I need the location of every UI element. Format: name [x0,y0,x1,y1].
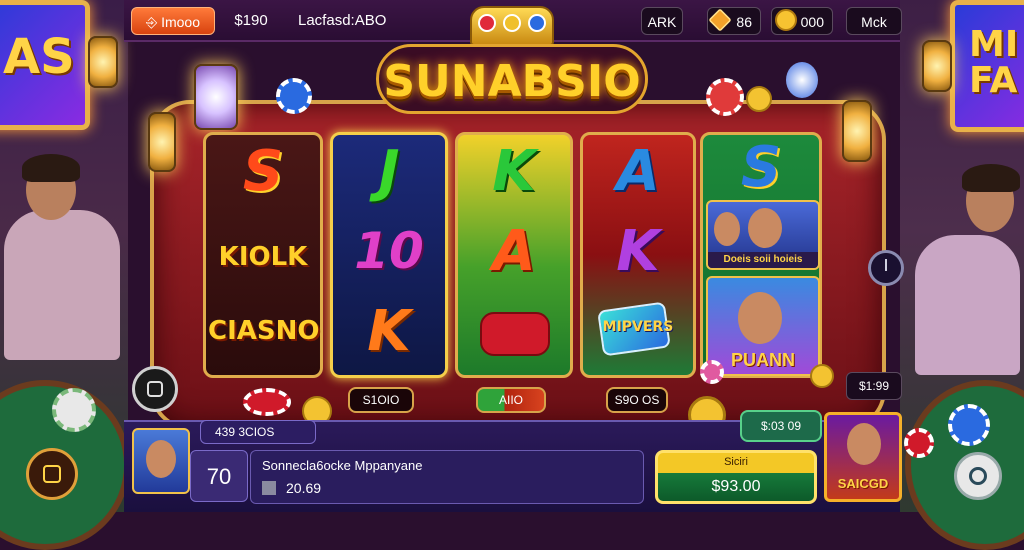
settings-icon [147,381,163,397]
lantern-icon [842,100,872,162]
promo-icon: ⎆ [145,14,162,30]
audio-icon [969,467,987,485]
character-card: PUANN [706,276,820,376]
promo-button[interactable]: ⎆ Imooo [131,7,215,35]
level-display: 70 [190,450,248,502]
card-caption: PUANN [730,350,795,370]
ornament-icon [786,62,818,98]
bet-display-left: S1OIO [348,387,414,413]
lantern-icon [148,112,176,172]
balance-display: $:03 09 [740,410,822,442]
home-button[interactable] [26,448,78,500]
menu-button[interactable]: Mck [846,7,902,35]
promo-label: Imooo [161,14,200,30]
level-tag: 439 3CIOS [200,420,316,444]
lantern-icon [922,40,952,92]
reel-symbol: 10 [354,222,424,280]
chip-icon [904,428,934,458]
side-value-display: $1:99 [846,372,902,400]
gem-icon [528,14,546,32]
neon-sign-left: AS [0,0,90,130]
reel-symbol: A [492,219,536,284]
avatar[interactable] [132,428,190,494]
player-left-hair [22,154,80,182]
coin-icon [775,9,797,31]
chip-icon [948,404,990,446]
chat-name: Sonnecla6ocke Mppanyane [262,458,423,473]
reel-symbol: S [242,139,284,204]
game-logo: SUNABSIO [376,44,648,114]
bow-icon [480,312,550,356]
reel-symbol: MIPVERS [602,319,674,335]
chip-icon [700,360,724,384]
ark-button[interactable]: ARK [641,7,683,35]
lantern-icon [194,64,238,130]
chip-icon [706,78,744,116]
reel-symbol: K [492,139,536,204]
bet-display-right: S9O OS [606,387,668,413]
coin-icon [746,86,772,112]
character-card: Doeis soii hoieis [706,200,820,270]
character-face [714,212,740,246]
topbar-value: $190 [234,12,268,29]
chat-amount: 20.69 [286,480,322,496]
spin-amount: $93.00 [711,478,761,495]
reel-symbol: K [616,219,660,284]
reel-symbol: K [367,299,411,364]
reel-symbol: S [740,135,782,200]
coin-icon [810,364,834,388]
player-right-body [915,235,1020,375]
character-face [748,208,782,248]
promo-card-label: SAICGD [837,476,889,491]
topbar-title: Lacfasd:ABO [298,12,387,29]
clock-button[interactable] [868,250,904,286]
player-right-hair [962,164,1020,192]
gem-icon [503,14,521,32]
neon-sign-right: MI FA [950,0,1024,132]
reel-symbol: J [378,139,400,204]
home-icon [43,465,61,483]
audio-button[interactable] [954,452,1002,500]
character-face [738,292,782,344]
bet-display-mid: AIIO [476,387,546,413]
chip-stack-icon [243,388,291,416]
reel-symbol: CIASNO [208,316,320,346]
chat-checkbox-icon [262,481,276,495]
reel-symbol: KIOLK [218,242,308,272]
settings-button[interactable] [132,366,178,412]
spin-label: Siciri [724,456,748,468]
lantern-icon [88,36,118,88]
chip-icon [52,388,96,432]
reel-symbol: A [616,139,660,204]
chip-icon [276,78,312,114]
promo-card-face [847,423,881,465]
avatar-face [146,440,176,478]
player-left-body [4,210,120,360]
gem-icon [478,14,496,32]
clock-hand-icon [885,259,887,271]
card-caption: Doeis soii hoieis [708,252,818,268]
